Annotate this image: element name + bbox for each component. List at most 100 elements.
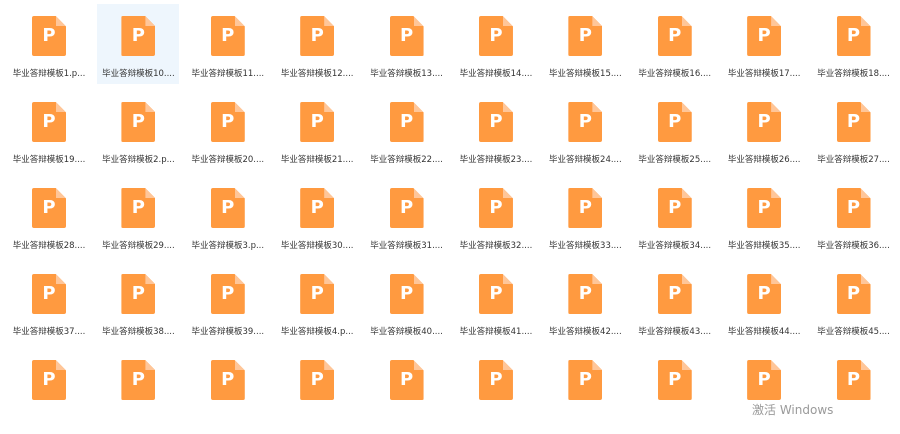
ppt-icon-letter: P [310, 25, 324, 46]
file-item[interactable]: P 毕业答辩模板35.... [723, 176, 805, 256]
file-name-label: 毕业答辩模板41.... [459, 327, 533, 337]
ppt-icon-letter: P [221, 197, 235, 218]
ppt-icon-letter: P [42, 197, 56, 218]
file-item[interactable]: P 毕业答辩模板29.... [97, 176, 179, 256]
file-item[interactable]: P 毕业答辩模板14.... [455, 4, 537, 84]
ppt-file-icon: P [478, 274, 513, 314]
file-item[interactable]: P [366, 348, 448, 428]
ppt-icon-letter: P [310, 197, 324, 218]
file-item[interactable]: P 毕业答辩模板13.... [366, 4, 448, 84]
file-item[interactable]: P 毕业答辩模板32.... [455, 176, 537, 256]
file-name-label: 毕业答辩模板21.... [280, 155, 354, 165]
file-name-label: 毕业答辩模板29.... [102, 241, 175, 251]
file-item[interactable]: P 毕业答辩模板27.... [813, 90, 895, 170]
ppt-icon-letter: P [310, 283, 324, 304]
file-item[interactable]: P 毕业答辩模板21.... [276, 90, 358, 170]
file-item[interactable]: P 毕业答辩模板42.... [544, 262, 626, 342]
file-item[interactable]: P 毕业答辩模板36.... [813, 176, 895, 256]
ppt-file-icon: P [478, 16, 513, 56]
file-name-label: 毕业答辩模板1.p... [12, 69, 86, 79]
ppt-icon-letter: P [489, 197, 503, 218]
file-item[interactable]: P 毕业答辩模板28.... [8, 176, 90, 256]
file-item[interactable]: P [544, 348, 626, 428]
file-item[interactable]: P 毕业答辩模板11.... [187, 4, 269, 84]
ppt-file-icon: P [657, 102, 692, 142]
file-item[interactable]: P 毕业答辩模板4.p... [276, 262, 358, 342]
file-item[interactable]: P 毕业答辩模板41.... [455, 262, 537, 342]
ppt-file-icon: P [478, 188, 513, 228]
file-name-label: 毕业答辩模板37.... [12, 327, 86, 337]
file-name-label: 毕业答辩模板22.... [370, 155, 443, 165]
file-name-label: 毕业答辩模板18.... [817, 69, 890, 79]
file-item[interactable]: P [634, 348, 716, 428]
file-item[interactable]: P [187, 348, 269, 428]
file-item[interactable]: P 毕业答辩模板17.... [723, 4, 805, 84]
file-item[interactable]: P [8, 348, 90, 428]
ppt-file-icon: P [568, 16, 603, 56]
file-grid: P 毕业答辩模板1.p... P 毕业答辩模板10.... P 毕业答辩模板11.... P… [8, 4, 900, 434]
ppt-file-icon: P [210, 360, 245, 400]
file-item[interactable]: P 毕业答辩模板44.... [723, 262, 805, 342]
file-item[interactable]: P 毕业答辩模板31.... [366, 176, 448, 256]
file-item[interactable]: P [455, 348, 537, 428]
file-name-label: 毕业答辩模板33.... [549, 241, 622, 251]
file-item[interactable]: P 毕业答辩模板34.... [634, 176, 716, 256]
file-item[interactable]: P 毕业答辩模板19.... [8, 90, 90, 170]
file-name-label: 毕业答辩模板32.... [459, 241, 533, 251]
file-item[interactable]: P 毕业答辩模板25.... [634, 90, 716, 170]
file-item[interactable]: P 毕业答辩模板24.... [544, 90, 626, 170]
file-name-label: 毕业答辩模板44.... [727, 327, 801, 337]
file-item[interactable]: P 毕业答辩模板12.... [276, 4, 358, 84]
ppt-icon-letter: P [131, 25, 145, 46]
file-item[interactable]: P 毕业答辩模板26.... [723, 90, 805, 170]
file-name-label: 毕业答辩模板39.... [191, 327, 265, 337]
ppt-icon-letter: P [668, 369, 682, 390]
ppt-file-icon: P [657, 274, 692, 314]
ppt-file-icon: P [121, 102, 156, 142]
ppt-icon-letter: P [399, 111, 414, 132]
ppt-file-icon: P [478, 360, 513, 400]
file-item[interactable]: P 毕业答辩模板10.... [97, 4, 180, 84]
file-name-label: 毕业答辩模板43.... [638, 327, 712, 337]
file-item[interactable]: P 毕业答辩模板3.p... [187, 176, 269, 256]
ppt-file-icon: P [836, 274, 871, 314]
file-item[interactable]: P 毕业答辩模板39.... [187, 262, 269, 342]
file-item[interactable]: P 毕业答辩模板40.... [366, 262, 448, 342]
file-item[interactable]: P 毕业答辩模板1.p... [8, 4, 90, 84]
ppt-file-icon: P [389, 102, 424, 142]
file-item[interactable]: P 毕业答辩模板2.p... [97, 90, 179, 170]
file-item[interactable]: P [276, 348, 358, 428]
file-item[interactable]: P 毕业答辩模板20.... [187, 90, 269, 170]
file-item[interactable]: P [97, 348, 179, 428]
file-item[interactable]: P 毕业答辩模板38.... [97, 262, 179, 342]
ppt-file-icon: P [568, 360, 603, 400]
ppt-file-icon: P [32, 360, 66, 400]
file-name-label: 毕业答辩模板34.... [638, 241, 712, 251]
ppt-icon-letter: P [757, 197, 771, 218]
ppt-file-icon: P [121, 188, 156, 228]
file-item[interactable]: P 毕业答辩模板33.... [544, 176, 626, 256]
ppt-icon-letter: P [668, 283, 682, 304]
file-item[interactable]: P 毕业答辩模板37.... [8, 262, 90, 342]
file-item[interactable]: P 毕业答辩模板23.... [455, 90, 537, 170]
ppt-file-icon: P [32, 188, 66, 228]
ppt-file-icon: P [836, 360, 871, 400]
ppt-file-icon: P [836, 102, 871, 142]
file-item[interactable]: P 毕业答辩模板18.... [813, 4, 895, 84]
ppt-file-icon: P [747, 274, 782, 314]
ppt-file-icon: P [389, 274, 424, 314]
file-item[interactable]: P 毕业答辩模板15.... [544, 4, 626, 84]
file-name-label: 毕业答辩模板20.... [191, 155, 265, 165]
file-item[interactable]: P 毕业答辩模板22.... [366, 90, 448, 170]
ppt-file-icon: P [747, 16, 782, 56]
ppt-file-icon: P [836, 188, 871, 228]
ppt-file-icon: P [210, 16, 245, 56]
file-name-label: 毕业答辩模板12.... [280, 69, 354, 79]
file-item[interactable]: P 毕业答辩模板43.... [634, 262, 716, 342]
file-item[interactable]: P 毕业答辩模板45.... [813, 262, 895, 342]
ppt-file-icon: P [657, 188, 692, 228]
file-name-label: 毕业答辩模板15.... [549, 69, 622, 79]
file-item[interactable]: P 毕业答辩模板30.... [276, 176, 358, 256]
ppt-icon-letter: P [131, 369, 145, 390]
file-item[interactable]: P 毕业答辩模板16.... [634, 4, 716, 84]
